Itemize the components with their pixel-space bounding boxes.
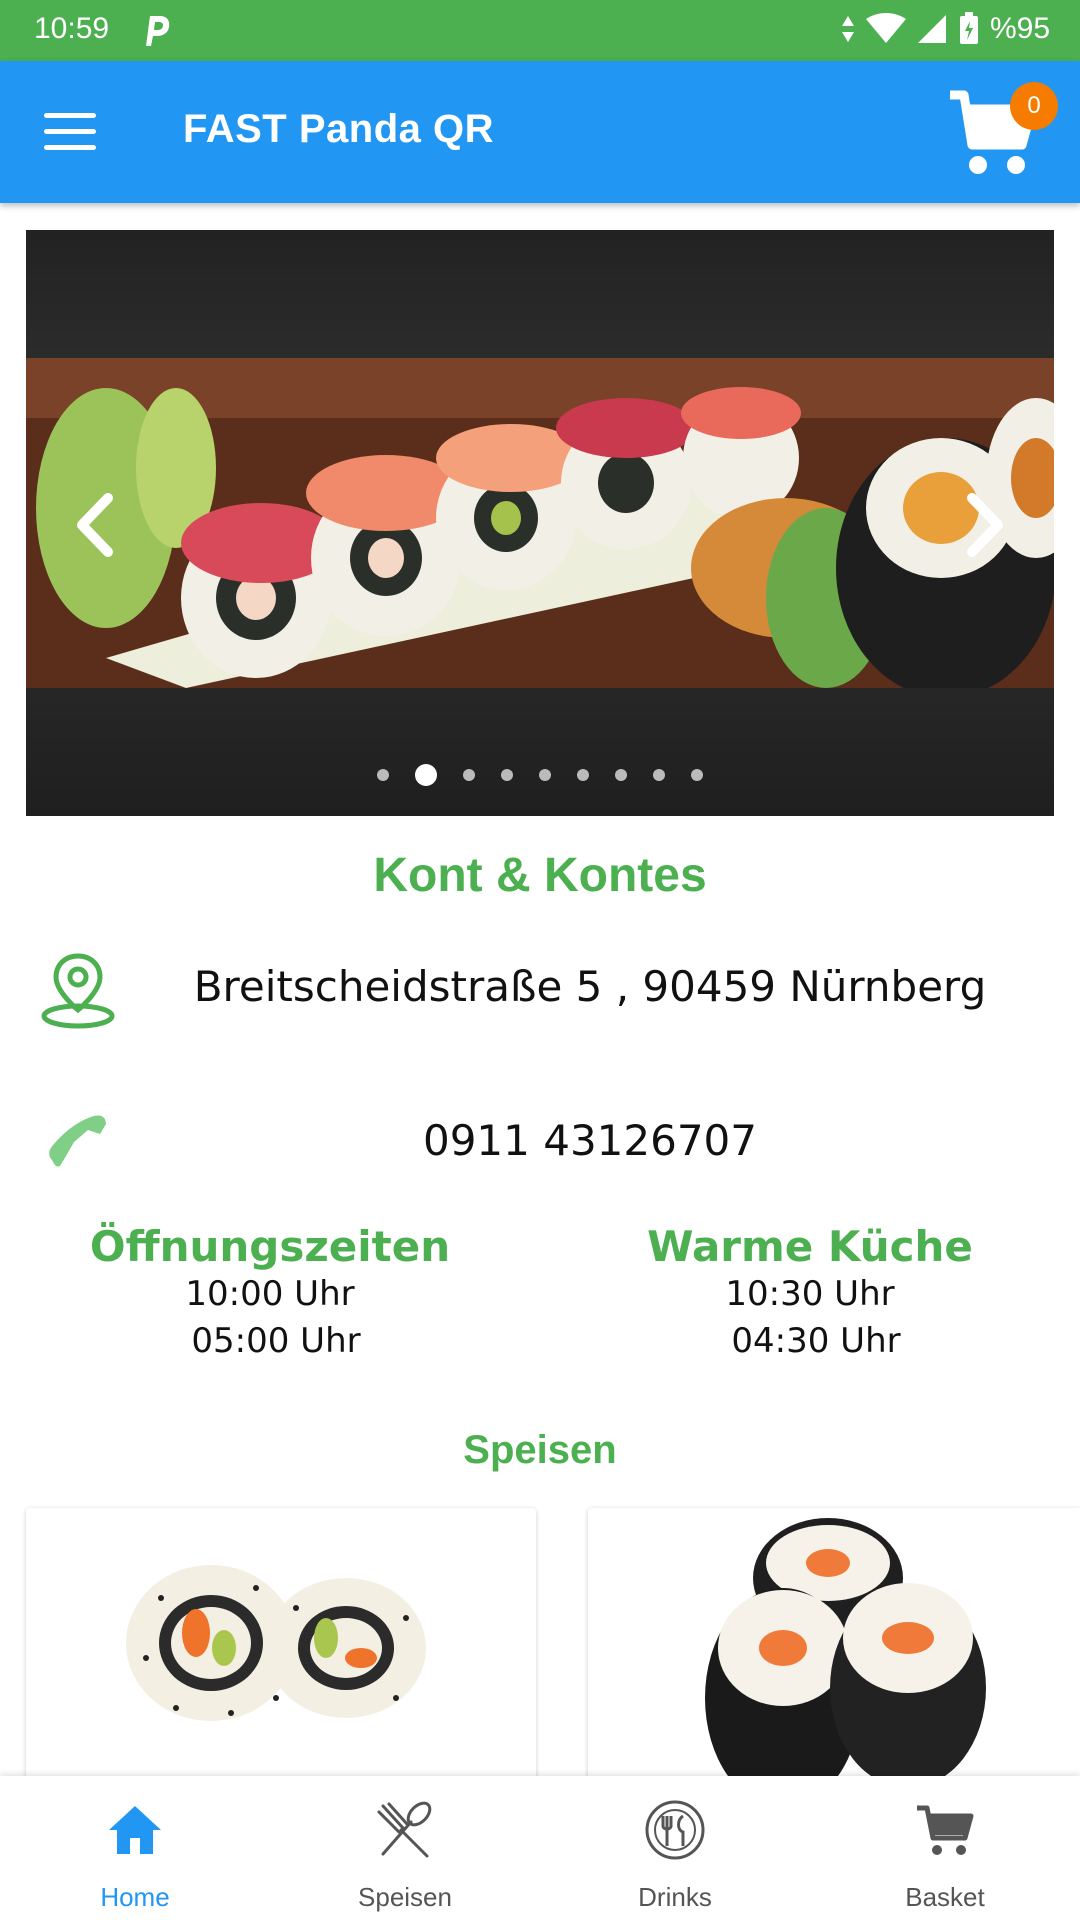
carousel-indicators xyxy=(26,764,1054,786)
phone-icon xyxy=(49,1115,106,1167)
carousel-dot[interactable] xyxy=(691,769,703,781)
image-carousel[interactable] xyxy=(26,230,1054,816)
status-icons: %95 xyxy=(840,12,1050,46)
carousel-dot[interactable] xyxy=(377,769,389,781)
wifi-icon xyxy=(865,13,906,43)
kitchen-hours-title: Warme Küche xyxy=(647,1222,973,1271)
menu-icon xyxy=(44,113,96,118)
carousel-prev-button[interactable] xyxy=(66,490,126,560)
signal-icon xyxy=(917,15,946,43)
status-time: 10:59 xyxy=(34,12,110,45)
kitchen-hours-close: 04:30 Uhr xyxy=(731,1321,901,1361)
cart-icon xyxy=(917,1805,974,1855)
carousel-dot[interactable] xyxy=(539,769,551,781)
sushi-banner-image xyxy=(26,358,1054,688)
app-bar: FAST Panda QR xyxy=(0,61,1080,203)
nav-speisen-label: Speisen xyxy=(358,1882,452,1912)
cart-count-badge: 0 xyxy=(1010,82,1058,130)
nav-basket[interactable]: Basket xyxy=(810,1776,1080,1920)
carousel-dot[interactable] xyxy=(653,769,665,781)
menu-button[interactable] xyxy=(44,113,96,151)
battery-percent: %95 xyxy=(989,12,1050,45)
nav-drinks[interactable]: Drinks xyxy=(540,1776,810,1920)
carousel-dot[interactable] xyxy=(415,764,437,786)
nav-speisen[interactable]: Speisen xyxy=(270,1776,540,1920)
status-bar: 10:59 %95 xyxy=(0,0,1080,61)
bottom-navigation: Home Speisen Drinks Basket xyxy=(0,1776,1080,1920)
kitchen-hours-open: 10:30 Uhr xyxy=(725,1274,895,1314)
restaurant-address[interactable]: Breitscheidstraße 5 , 90459 Nürnberg xyxy=(160,962,1020,1011)
home-icon xyxy=(109,1806,161,1854)
nav-basket-label: Basket xyxy=(905,1882,985,1912)
data-arrows-icon xyxy=(841,16,854,42)
nav-drinks-label: Drinks xyxy=(638,1882,712,1912)
nav-home[interactable]: Home xyxy=(0,1776,270,1920)
carousel-dot[interactable] xyxy=(577,769,589,781)
carousel-dot[interactable] xyxy=(501,769,513,781)
carousel-next-button[interactable] xyxy=(954,490,1014,560)
location-pin-icon xyxy=(41,953,115,1029)
opening-hours-open: 10:00 Uhr xyxy=(185,1274,355,1314)
opening-hours-close: 05:00 Uhr xyxy=(191,1321,361,1361)
opening-hours: Öffnungszeiten 10:00 Uhr 05:00 Uhr xyxy=(30,1222,510,1365)
parking-app-icon xyxy=(146,16,170,46)
fork-spoon-icon xyxy=(377,1801,432,1858)
carousel-dot[interactable] xyxy=(463,769,475,781)
plate-cutlery-icon xyxy=(645,1800,705,1860)
battery-icon xyxy=(959,12,978,44)
opening-hours-title: Öffnungszeiten xyxy=(89,1222,451,1271)
speisen-section-title: Speisen xyxy=(463,1428,617,1472)
nav-home-label: Home xyxy=(100,1882,170,1912)
kitchen-hours: Warme Küche 10:30 Uhr 04:30 Uhr xyxy=(570,1222,1050,1365)
app-title: FAST Panda QR xyxy=(183,107,494,151)
restaurant-name: Kont & Kontes xyxy=(373,849,707,902)
restaurant-phone[interactable]: 0911 43126707 xyxy=(160,1116,1020,1165)
carousel-dot[interactable] xyxy=(615,769,627,781)
